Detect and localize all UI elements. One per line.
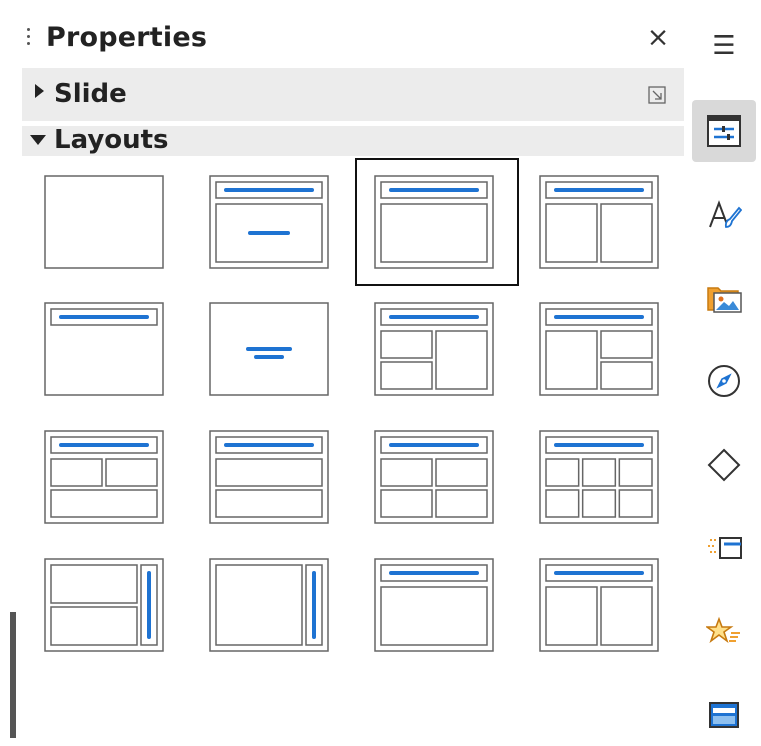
slide-transition-icon xyxy=(708,537,742,559)
section-layouts-header[interactable]: Layouts xyxy=(22,125,684,156)
properties-panel: Properties × Slide Layouts xyxy=(0,0,690,738)
layout-blank-slide[interactable] xyxy=(25,158,189,286)
tab-master-slides[interactable] xyxy=(692,684,756,746)
more-options-icon[interactable] xyxy=(648,86,666,104)
layout-thumbnail-icon xyxy=(374,175,494,269)
tab-slide-transition[interactable] xyxy=(692,517,756,579)
master-slides-icon xyxy=(709,702,739,728)
sidebar-tabbar: ☰ xyxy=(690,0,761,738)
layout-title-vertical-content[interactable] xyxy=(190,541,354,669)
layout-title-content-2[interactable] xyxy=(355,541,519,669)
animation-star-icon xyxy=(706,616,740,644)
layout-title-four-content[interactable] xyxy=(355,413,519,541)
layout-title-content[interactable] xyxy=(190,158,354,286)
sidebar-menu-icon[interactable]: ☰ xyxy=(692,24,756,68)
layout-thumbnail-icon xyxy=(209,302,329,396)
collapse-triangle-icon xyxy=(30,135,46,145)
tab-gallery[interactable] xyxy=(692,267,756,329)
layout-thumbnail-icon xyxy=(209,175,329,269)
properties-icon xyxy=(707,115,741,147)
layout-thumbnail-icon xyxy=(374,558,494,652)
section-slide-header[interactable]: Slide xyxy=(22,68,684,121)
expand-triangle-icon xyxy=(35,84,44,98)
layout-title-only[interactable] xyxy=(25,285,189,413)
sidebar-deck: Properties × Slide Layouts ☰ xyxy=(0,0,761,738)
layout-thumbnail-icon xyxy=(44,430,164,524)
layout-title-two-content[interactable] xyxy=(520,158,684,286)
layout-title-vertical-two-content[interactable] xyxy=(25,541,189,669)
layout-thumbnail-icon xyxy=(539,175,659,269)
styles-icon xyxy=(709,200,742,228)
tab-properties[interactable] xyxy=(692,100,756,162)
layout-title-content-1[interactable] xyxy=(355,158,519,286)
layout-thumbnail-icon xyxy=(539,302,659,396)
tab-animation[interactable] xyxy=(692,600,756,662)
panel-grip-icon[interactable] xyxy=(27,28,30,54)
section-slide-label: Slide xyxy=(54,79,127,109)
section-layouts-label: Layouts xyxy=(54,125,169,155)
layout-title-six-content[interactable] xyxy=(520,413,684,541)
layout-thumbnail-icon xyxy=(44,558,164,652)
gallery-icon xyxy=(707,287,742,313)
layout-thumbnail-icon xyxy=(374,302,494,396)
shapes-diamond-icon xyxy=(707,448,741,482)
layout-title-content-over-content[interactable] xyxy=(190,413,354,541)
layout-title-two-content-and-content[interactable] xyxy=(355,285,519,413)
layout-thumbnail-icon xyxy=(539,558,659,652)
layout-thumbnail-icon xyxy=(209,558,329,652)
layout-title-two-content-over-content[interactable] xyxy=(25,413,189,541)
tab-styles[interactable] xyxy=(692,184,756,246)
close-icon[interactable]: × xyxy=(642,22,674,54)
layout-title-content-and-two-content[interactable] xyxy=(520,285,684,413)
layout-thumbnail-icon xyxy=(374,430,494,524)
layout-thumbnail-icon xyxy=(44,175,164,269)
resize-handle[interactable] xyxy=(10,612,16,738)
tab-navigator[interactable] xyxy=(692,350,756,412)
layout-thumbnail-icon xyxy=(209,430,329,524)
navigator-compass-icon xyxy=(708,365,740,397)
layout-thumbnail-icon xyxy=(539,430,659,524)
layout-title-two-content-2[interactable] xyxy=(520,541,684,669)
layout-thumbnail-icon xyxy=(44,302,164,396)
tab-shapes[interactable] xyxy=(692,434,756,496)
panel-title: Properties xyxy=(46,22,208,53)
layout-centered-text[interactable] xyxy=(190,285,354,413)
